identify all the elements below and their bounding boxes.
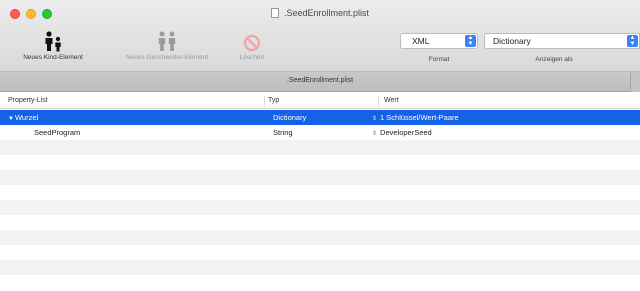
empty-row xyxy=(0,260,640,275)
delete-button[interactable]: Löschen xyxy=(226,26,278,61)
new-child-label: Neues Kind-Element xyxy=(23,54,83,61)
row-key-cell: ▼Wurzel xyxy=(8,113,38,122)
chevron-up-down-icon: ▲ ▼ xyxy=(465,35,476,47)
empty-row xyxy=(0,155,640,170)
window-title-text: .SeedEnrollment.plist xyxy=(283,8,370,18)
delete-icon xyxy=(226,26,278,52)
table-row-root[interactable]: ▼Wurzel Dictionary ⇕ 1 Schlüssel/Wert-Paa… xyxy=(0,110,640,125)
chevron-up-down-icon: ⇕ xyxy=(372,116,378,122)
empty-row xyxy=(0,230,640,245)
document-icon xyxy=(270,8,279,18)
row-type-cell[interactable]: String xyxy=(273,128,293,137)
column-header-key[interactable]: Property-List xyxy=(8,97,48,104)
chevron-up-down-icon: ▲ ▼ xyxy=(627,35,638,47)
new-child-icon xyxy=(8,26,98,52)
empty-row xyxy=(0,215,640,230)
chevron-up-down-icon: ⇕ xyxy=(372,131,378,137)
add-tab-button[interactable] xyxy=(630,72,640,92)
new-child-button[interactable]: Neues Kind-Element xyxy=(8,26,98,61)
row-key-text: Wurzel xyxy=(14,113,39,122)
empty-row xyxy=(0,245,640,260)
new-sibling-icon xyxy=(104,26,230,52)
new-sibling-label: Neues Geschwister-Element xyxy=(125,54,209,61)
column-header-type[interactable]: Typ xyxy=(268,97,279,104)
table-row[interactable]: SeedProgram String ⇕ DeveloperSeed xyxy=(0,125,640,140)
empty-row xyxy=(0,170,640,185)
empty-row xyxy=(0,140,640,155)
property-list-outline: ▼Wurzel Dictionary ⇕ 1 Schlüssel/Wert-Paa… xyxy=(0,110,640,290)
toolbar-area: .SeedEnrollment.plist Neues Kind-Element xyxy=(0,0,640,72)
empty-row xyxy=(0,275,640,290)
column-header-value[interactable]: Wert xyxy=(384,97,399,104)
format-label: Format xyxy=(428,56,450,63)
document-tab[interactable]: .SeedEnrollment.plist xyxy=(0,72,640,92)
row-value-text: 1 Schlüssel/Wert-Paare xyxy=(380,113,459,122)
plist-editor-window: .SeedEnrollment.plist Neues Kind-Element xyxy=(0,0,640,291)
column-divider[interactable] xyxy=(378,96,379,107)
window-title: .SeedEnrollment.plist xyxy=(0,8,640,18)
column-divider[interactable] xyxy=(264,96,265,107)
view-as-label: Anzeigen als xyxy=(535,56,573,63)
view-as-select[interactable]: Dictionary ▲ ▼ xyxy=(484,33,640,49)
row-value-cell[interactable]: ⇕ DeveloperSeed xyxy=(372,128,432,137)
row-key-cell: SeedProgram xyxy=(34,128,81,137)
view-as-select-value: Dictionary xyxy=(493,36,531,46)
document-tab-title: .SeedEnrollment.plist xyxy=(286,77,354,84)
delete-label: Löschen xyxy=(239,54,265,61)
table-header: Property-List Typ Wert xyxy=(0,94,640,109)
disclosure-triangle-icon[interactable]: ▼ xyxy=(8,116,14,122)
empty-row xyxy=(0,185,640,200)
row-value-cell[interactable]: ⇕ 1 Schlüssel/Wert-Paare xyxy=(372,113,459,122)
row-type-cell[interactable]: Dictionary xyxy=(273,113,306,122)
new-sibling-button[interactable]: Neues Geschwister-Element xyxy=(104,26,230,61)
row-value-text: DeveloperSeed xyxy=(380,128,432,137)
format-select-value: XML xyxy=(412,36,430,46)
format-select[interactable]: XML ▲ ▼ xyxy=(400,33,478,49)
empty-row xyxy=(0,200,640,215)
